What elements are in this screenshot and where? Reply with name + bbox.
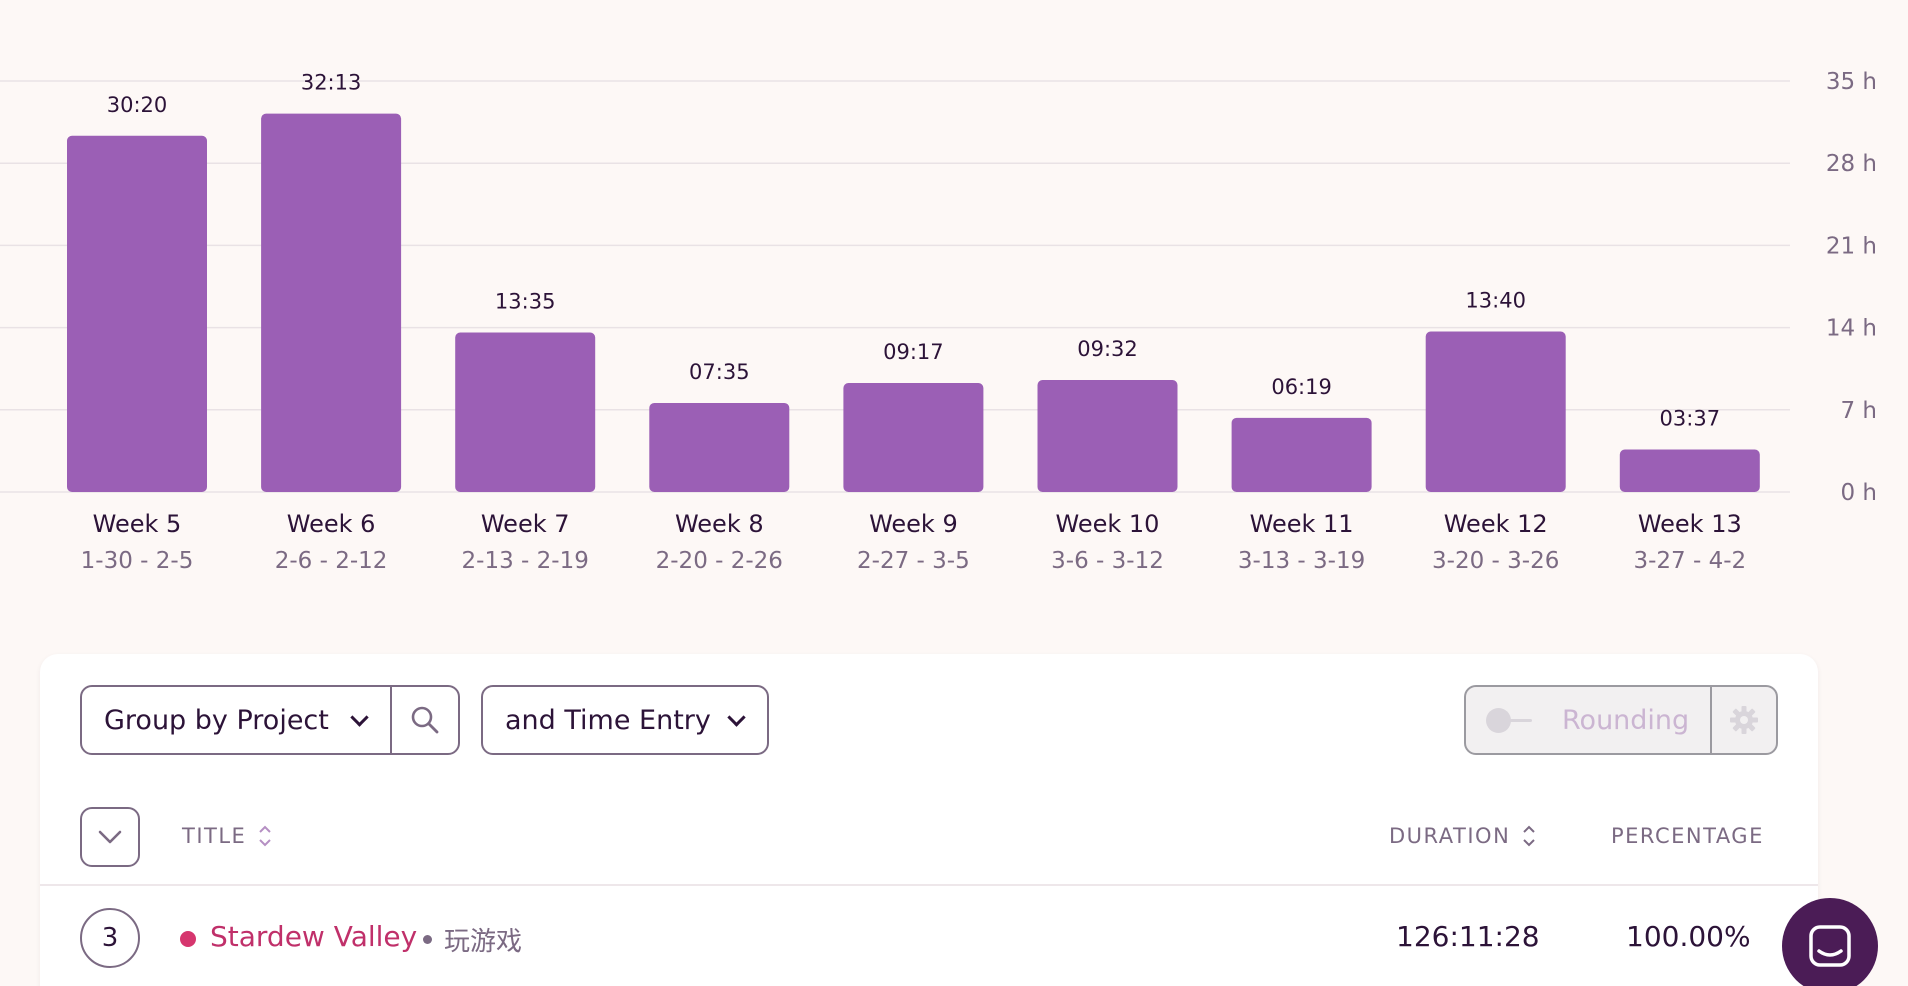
bar <box>1231 417 1372 492</box>
bar-data-label: 09:32 <box>1077 337 1138 361</box>
chart-canvas: 0 h 7 h 14 h 21 h 28 h 35 h 30:20 Week 5 1-30 - … <box>0 69 1877 574</box>
chevron-down-icon <box>350 708 369 727</box>
x-tick-label-date-range: 2-20 - 2-26 <box>656 548 783 574</box>
x-tick-label-week: Week 12 <box>1444 510 1548 538</box>
column-header-title-label: TITLE <box>182 824 247 848</box>
project-name[interactable]: Stardew Valley <box>210 920 417 953</box>
sub-group-label: and Time Entry <box>505 704 711 736</box>
column-header-percentage-label: PERCENTAGE <box>1611 824 1764 848</box>
y-tick-label: 14 h <box>1826 316 1877 342</box>
bar <box>455 332 596 492</box>
rounding-toggle[interactable] <box>1486 708 1532 733</box>
chat-icon <box>1809 925 1851 967</box>
row-duration: 126:11:28 <box>1396 920 1540 953</box>
bar-data-label: 03:37 <box>1660 407 1721 431</box>
x-tick-label-date-range: 3-13 - 3-19 <box>1238 548 1365 574</box>
rounding-toggle-area[interactable]: Rounding <box>1466 687 1712 753</box>
report-card: Group by Project and Time Entry Rounding <box>40 654 1818 986</box>
expand-all-button[interactable] <box>80 807 140 867</box>
bar-data-label: 13:35 <box>495 289 556 313</box>
bar-data-label: 09:17 <box>883 340 944 364</box>
rounding-settings-button[interactable] <box>1712 687 1776 753</box>
x-tick-label-date-range: 2-13 - 2-19 <box>462 548 589 574</box>
column-header-title[interactable]: TITLE <box>182 824 272 848</box>
search-button[interactable] <box>390 685 460 755</box>
x-tick-label-week: Week 8 <box>675 510 764 538</box>
x-tick-label-date-range: 2-6 - 2-12 <box>275 548 388 574</box>
header-divider <box>40 884 1818 886</box>
y-tick-label: 0 h <box>1840 480 1877 506</box>
x-tick-label-week: Week 11 <box>1250 510 1354 538</box>
bar <box>1619 449 1760 492</box>
toggle-knob <box>1486 708 1511 733</box>
weekly-bar-chart: 0 h 7 h 14 h 21 h 28 h 35 h 30:20 Week 5 1-30 - … <box>0 0 1908 600</box>
y-tick-label: 7 h <box>1840 398 1877 424</box>
bar-data-label: 32:13 <box>301 71 362 95</box>
search-icon <box>411 706 439 734</box>
bar <box>67 135 207 493</box>
y-tick-label: 21 h <box>1826 233 1877 259</box>
sub-group-dropdown[interactable]: and Time Entry <box>481 685 769 755</box>
x-tick-label-week: Week 10 <box>1056 510 1160 538</box>
x-tick-label-date-range: 3-20 - 3-26 <box>1432 548 1559 574</box>
x-tick-label-week: Week 7 <box>481 510 570 538</box>
rounding-control: Rounding <box>1464 685 1778 755</box>
x-tick-label-week: Week 13 <box>1638 510 1742 538</box>
x-tick-label-week: Week 9 <box>869 510 958 538</box>
column-header-percentage: PERCENTAGE <box>1611 824 1764 848</box>
x-tick-label-date-range: 3-27 - 4-2 <box>1633 548 1746 574</box>
x-tick-label-date-range: 2-27 - 3-5 <box>857 548 970 574</box>
x-tick-label-date-range: 1-30 - 2-5 <box>81 548 194 574</box>
row-percentage: 100.00% <box>1626 920 1751 953</box>
column-header-duration-label: DURATION <box>1389 824 1511 848</box>
bar-data-label: 06:19 <box>1271 375 1332 399</box>
client-name: 玩游戏 <box>444 927 523 957</box>
group-by-dropdown[interactable]: Group by Project <box>80 685 392 755</box>
bar-data-label: 13:40 <box>1465 289 1526 313</box>
chat-launcher-button[interactable] <box>1782 898 1878 986</box>
chevron-down-icon <box>727 708 746 727</box>
group-by-label: Group by Project <box>104 704 329 736</box>
sort-icon <box>1523 825 1535 847</box>
chevron-down-icon <box>98 830 122 844</box>
sort-icon <box>259 825 272 847</box>
project-color-dot <box>180 931 196 947</box>
bar-data-label: 07:35 <box>689 360 750 384</box>
row-count-badge[interactable]: 3 <box>80 908 140 968</box>
x-tick-label-date-range: 3-6 - 3-12 <box>1051 548 1164 574</box>
rounding-label: Rounding <box>1562 705 1690 736</box>
gear-icon <box>1730 706 1758 734</box>
bar <box>843 382 984 492</box>
bar <box>1037 380 1178 492</box>
client-separator-dot <box>423 935 432 944</box>
column-header-duration[interactable]: DURATION <box>1389 824 1536 848</box>
x-tick-label-week: Week 6 <box>287 510 376 538</box>
x-tick-label-week: Week 5 <box>93 510 182 538</box>
y-tick-label: 35 h <box>1826 69 1877 95</box>
bar-data-label: 30:20 <box>107 93 168 117</box>
bar <box>1425 331 1566 492</box>
bar <box>261 113 402 493</box>
y-tick-label: 28 h <box>1826 151 1877 177</box>
bar <box>649 402 790 492</box>
